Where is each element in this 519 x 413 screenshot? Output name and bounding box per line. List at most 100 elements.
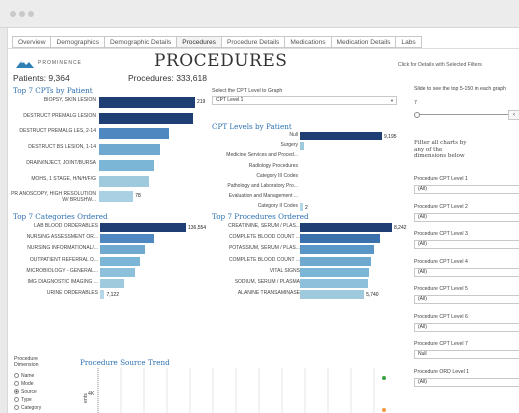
cpt_levels-bar[interactable]	[300, 142, 304, 151]
filter-label-3: Procedure CPT Level 3	[414, 231, 468, 237]
cpt-level-select[interactable]: CPT Level 1 ▼	[212, 96, 397, 105]
slider-prev-button[interactable]: ‹	[508, 110, 519, 120]
window-close-dot[interactable]	[10, 11, 16, 17]
filter-label-2: Procedure CPT Level 2	[414, 203, 468, 210]
tab-procedure-details[interactable]: Procedure Details	[221, 36, 286, 48]
radio-label: Name	[21, 373, 35, 379]
cpt_levels-bar[interactable]	[300, 132, 382, 140]
top_cpt-bar-label: DESTRUCT BS LESION, 1-14	[28, 144, 96, 151]
filter-select-value: (All)	[418, 186, 427, 192]
cpt-levels-title: CPT Levels by Patient	[212, 122, 292, 131]
prominence-logo-icon	[16, 60, 34, 68]
filter-select-2[interactable]: (All)	[414, 212, 519, 222]
filter-select-8[interactable]: (All)	[414, 377, 519, 387]
top_categories-bar[interactable]	[100, 245, 146, 255]
cpt-level-select-value: CPT Level 1	[216, 97, 244, 103]
dimension-radio-type[interactable]: Type	[14, 397, 32, 404]
cpt-level-select-label: Select the CPT Level to Graph	[212, 88, 283, 94]
top_procedures-bar[interactable]	[300, 267, 370, 277]
top_cpt-bar[interactable]	[99, 191, 134, 203]
top_categories-bar-label: NURSING ASSESSMENT OR...	[26, 234, 98, 241]
cpt_levels-bar-label: Evaluation and Management ...	[228, 193, 298, 200]
top_cpt-bar[interactable]	[99, 175, 150, 187]
tab-labs[interactable]: Labs	[396, 36, 422, 48]
top_cpt-bar-value: 219	[197, 99, 206, 105]
filter-select-1[interactable]: (All)	[414, 185, 519, 194]
top_procedures-bar[interactable]	[300, 290, 365, 300]
window-minimize-dot[interactable]	[19, 11, 25, 17]
top_cpt-bar[interactable]	[99, 144, 161, 156]
filter-label-6: Procedure CPT Level 6	[414, 313, 468, 320]
top_procedures-bar[interactable]	[300, 245, 374, 255]
trend-grid	[97, 368, 386, 413]
radio-circle-icon	[14, 389, 19, 395]
top_cpt-bar-label: DESTRUCT PREMALG LESION	[23, 112, 96, 119]
filter-label-1: Procedure CPT Level 1	[414, 176, 468, 182]
filter-select-value: Null	[418, 351, 427, 357]
trend-title: Procedure Source Trend	[80, 358, 170, 367]
top_cpt-bar[interactable]	[99, 112, 194, 124]
dimension-radio-mode[interactable]: Mode	[14, 381, 34, 388]
radio-circle-icon	[14, 397, 19, 403]
radio-label: Mode	[21, 381, 34, 387]
top_cpt-bar[interactable]	[99, 97, 195, 108]
click-details-note[interactable]: Click for Details with Selected Filters	[398, 62, 482, 68]
cpt_levels-bar-value: 2	[305, 205, 308, 212]
top-n-slider[interactable]	[414, 112, 509, 118]
trend-point	[382, 376, 386, 380]
top_categories-bar-value: 136,554	[188, 225, 207, 231]
top_categories-bar[interactable]	[100, 279, 124, 288]
top_categories-bar[interactable]	[100, 256, 141, 266]
dimension-label: Procedure Dimension	[14, 356, 39, 368]
top_categories-bar[interactable]	[100, 290, 105, 300]
tab-demographics[interactable]: Demographics	[51, 36, 105, 48]
tab-medication-details[interactable]: Medication Details	[331, 36, 397, 48]
radio-circle-icon	[14, 405, 19, 411]
top_procedures-bar-value: 8,242	[394, 225, 407, 231]
logo-text: PROMINENCE	[38, 60, 82, 66]
trend-chart	[78, 368, 396, 413]
slider-label: Slide to see the top 5-150 in each graph	[414, 86, 506, 92]
top_cpt-bar-value: 78	[135, 193, 141, 200]
filter-select-value: (All)	[418, 241, 427, 247]
top_categories-bar[interactable]	[100, 267, 135, 277]
filter-select-4[interactable]: (All)	[414, 267, 519, 277]
top_categories-bar-label: NURSING INFORMATIONAL/...	[27, 245, 98, 252]
top_procedures-bar[interactable]	[300, 223, 392, 232]
slider-value: 7	[414, 100, 417, 106]
cpt_levels-bar[interactable]	[300, 203, 303, 212]
top_cpt-bar[interactable]	[99, 159, 154, 171]
filter-select-5[interactable]: (All)	[414, 295, 519, 304]
procedures-kpi: Procedures: 333,618	[128, 73, 207, 83]
top_procedures-bar-label: SODIUM, SERUM / PLASMA	[234, 279, 300, 285]
radio-label: Source	[21, 389, 37, 395]
top_procedures-bar[interactable]	[300, 256, 372, 266]
top_cpt-bar-label: DESTRUCT PREMALG LES, 2-14	[19, 128, 96, 135]
window-maximize-dot[interactable]	[28, 11, 34, 17]
top_procedures-bar-label: CREATININE, SERUM / PLAS...	[228, 223, 300, 229]
dimension-radio-category[interactable]: Category	[14, 405, 41, 412]
tab-overview[interactable]: Overview	[12, 36, 52, 48]
dimension-radio-source[interactable]: Source	[14, 389, 37, 396]
filter-select-3[interactable]: (All)	[414, 240, 519, 249]
cpt_levels-bar-label: Radiology Procedures	[248, 162, 298, 169]
top_procedures-bar[interactable]	[300, 279, 368, 288]
tab-demographic-details[interactable]: Demographic Details	[105, 36, 178, 48]
dimension-radio-name[interactable]: Name	[14, 373, 34, 380]
radio-circle-icon	[14, 381, 19, 387]
filter-select-6[interactable]: (All)	[414, 322, 519, 332]
tab-procedures[interactable]: Procedures	[177, 36, 222, 48]
cpt_levels-bar-label: Medicine Services and Proced...	[226, 152, 298, 159]
slider-handle[interactable]	[414, 112, 420, 118]
trend-ylabel: ents	[83, 393, 89, 403]
filter-select-value: (All)	[418, 268, 427, 275]
top_categories-bar[interactable]	[100, 234, 154, 244]
top_categories-bar[interactable]	[100, 223, 186, 232]
top_procedures-bar-label: ALANINE TRANSAMINASE	[237, 290, 300, 297]
top_cpt-bar-label: BIOPSY, SKIN LESION	[43, 97, 96, 103]
tab-medications[interactable]: Medications	[285, 36, 332, 48]
filter-label-8: Procedure ORD Level 1	[414, 368, 470, 375]
top_cpt-bar[interactable]	[99, 128, 170, 140]
top_procedures-bar[interactable]	[300, 234, 381, 244]
filter-select-7[interactable]: Null	[414, 350, 519, 359]
